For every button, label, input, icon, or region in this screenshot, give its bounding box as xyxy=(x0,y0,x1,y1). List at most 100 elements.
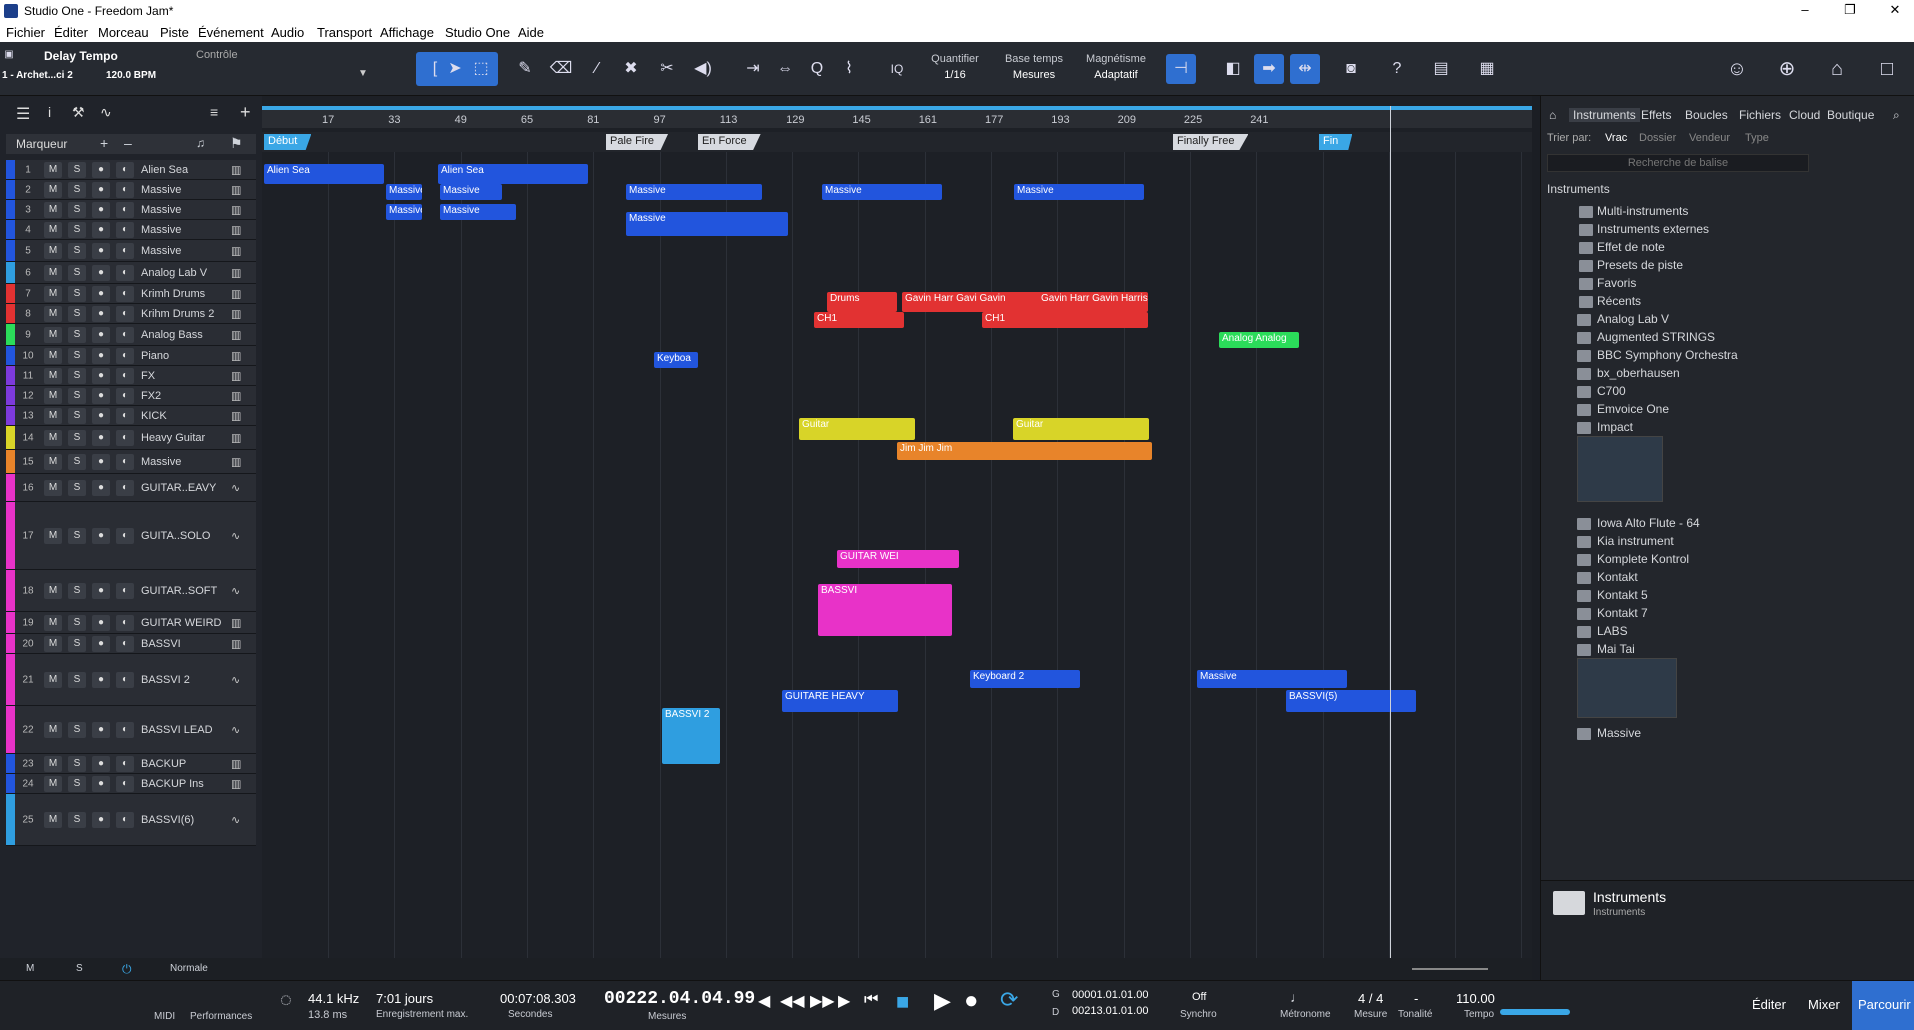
fullscreen-icon[interactable]: ◙ xyxy=(1336,54,1366,84)
tempo-value[interactable]: 110.00 xyxy=(1456,991,1495,1006)
clip[interactable]: BASSVI(5) xyxy=(1286,690,1416,712)
prev-marker-icon[interactable]: ◀ xyxy=(758,991,770,1011)
track-row[interactable]: 21 M S ● ◐ BASSVI 2 ∿ xyxy=(6,654,256,706)
browser-folder[interactable]: Récents xyxy=(1597,294,1641,308)
browser-folder[interactable]: Multi-instruments xyxy=(1597,204,1688,218)
browse-button[interactable]: Parcourir xyxy=(1858,997,1911,1012)
paint-tool-icon[interactable]: ∕ xyxy=(582,54,612,84)
track-row[interactable]: 10 M S ● ◐ Piano ▥ xyxy=(6,346,256,366)
return-zero-icon[interactable]: ⏮ xyxy=(864,991,878,1009)
clip[interactable]: Massive xyxy=(386,204,422,220)
solo-button[interactable]: S xyxy=(68,305,86,322)
track-name[interactable]: KICK xyxy=(141,410,167,422)
monitor-button[interactable]: ◐ xyxy=(116,407,134,424)
track-name[interactable]: BASSVI xyxy=(141,638,181,650)
monitor-button[interactable]: ◐ xyxy=(116,285,134,302)
browser-instrument[interactable]: Kontakt xyxy=(1597,570,1638,584)
control-dropdown-icon[interactable]: ▼ xyxy=(358,68,368,79)
tempo-warp-icon[interactable]: ⌇ xyxy=(834,54,864,84)
add-marker-icon[interactable]: + xyxy=(100,135,108,151)
solo-button[interactable]: S xyxy=(68,387,86,404)
mute-button[interactable]: M xyxy=(44,347,62,364)
monitor-button[interactable]: ◐ xyxy=(116,671,134,688)
track-row[interactable]: 4 M S ● ◐ Massive ▥ xyxy=(6,220,256,240)
clip[interactable]: Guitar xyxy=(1013,418,1149,440)
track-row[interactable]: 6 M S ● ◐ Analog Lab V ▥ xyxy=(6,262,256,284)
browser-instrument[interactable]: Komplete Kontrol xyxy=(1597,552,1689,566)
record-arm-button[interactable]: ● xyxy=(92,635,110,652)
solo-button[interactable]: S xyxy=(68,614,86,631)
menu-aide[interactable]: Aide xyxy=(518,25,544,40)
monitor-button[interactable]: ◐ xyxy=(116,161,134,178)
play-icon[interactable]: ▶ xyxy=(934,988,951,1014)
sort-type[interactable]: Type xyxy=(1745,132,1769,144)
record-arm-button[interactable]: ● xyxy=(92,527,110,544)
browser-instrument[interactable]: Kia instrument xyxy=(1597,534,1674,548)
mute-button[interactable]: M xyxy=(44,367,62,384)
list-icon[interactable]: ≡ xyxy=(210,104,218,120)
track-row[interactable]: 20 M S ● ◐ BASSVI ▥ xyxy=(6,634,256,654)
layout-grid-icon[interactable]: ▦ xyxy=(1472,54,1502,84)
clip[interactable]: Keyboard 2 xyxy=(970,670,1080,688)
clip[interactable]: CH1 xyxy=(982,312,1148,328)
track-row[interactable]: 18 M S ● ◐ GUITAR..SOFT ∿ xyxy=(6,570,256,612)
clip[interactable]: Drums xyxy=(827,292,897,312)
record-arm-button[interactable]: ● xyxy=(92,614,110,631)
browser-instrument[interactable]: Massive xyxy=(1597,726,1641,740)
track-row[interactable]: 12 M S ● ◐ FX2 ▥ xyxy=(6,386,256,406)
menu-evenement[interactable]: Événement xyxy=(198,25,264,40)
marker[interactable]: Pale Fire xyxy=(606,134,669,150)
browser-instrument[interactable]: Kontakt 5 xyxy=(1597,588,1648,602)
track-row[interactable]: 8 M S ● ◐ Krihm Drums 2 ▥ xyxy=(6,304,256,324)
record-arm-button[interactable]: ● xyxy=(92,201,110,218)
timebase-value[interactable]: Mesures xyxy=(996,69,1072,81)
track-row[interactable]: 16 M S ● ◐ GUITAR..EAVY ∿ xyxy=(6,474,256,502)
browser-folder[interactable]: Favoris xyxy=(1597,276,1636,290)
track-list-menu-icon[interactable]: ☰ xyxy=(16,104,30,124)
mute-button[interactable]: M xyxy=(44,527,62,544)
browser-folder[interactable]: Instruments externes xyxy=(1597,222,1709,236)
solo-button[interactable]: S xyxy=(68,326,86,343)
track-row[interactable]: 25 M S ● ◐ BASSVI(6) ∿ xyxy=(6,794,256,846)
marker[interactable]: Finally Free xyxy=(1173,134,1249,150)
solo-button[interactable]: S xyxy=(68,407,86,424)
track-row[interactable]: 7 M S ● ◐ Krimh Drums ▥ xyxy=(6,284,256,304)
add-track-icon[interactable]: + xyxy=(240,102,251,123)
monitor-button[interactable]: ◐ xyxy=(116,387,134,404)
menu-audio[interactable]: Audio xyxy=(271,25,304,40)
mute-button[interactable]: M xyxy=(44,387,62,404)
track-name[interactable]: Massive xyxy=(141,245,181,257)
marker[interactable]: Début xyxy=(264,134,312,150)
browser-instrument[interactable]: Analog Lab V xyxy=(1597,312,1669,326)
track-row[interactable]: 19 M S ● ◐ GUITAR WEIRD ▥ xyxy=(6,612,256,634)
solo-button[interactable]: S xyxy=(68,775,86,792)
clip[interactable]: Jim Jim Jim xyxy=(897,442,1152,460)
record-arm-button[interactable]: ● xyxy=(92,347,110,364)
bpm-display[interactable]: 120.0 BPM xyxy=(106,70,156,81)
mixer-button[interactable]: Mixer xyxy=(1808,997,1840,1012)
mute-button[interactable]: M xyxy=(44,811,62,828)
playhead[interactable] xyxy=(1390,106,1391,980)
mute-tool-icon[interactable]: ✖ xyxy=(616,54,646,84)
track-name[interactable]: Krimh Drums xyxy=(141,288,205,300)
mute-button[interactable]: M xyxy=(44,242,62,259)
solo-button[interactable]: S xyxy=(68,221,86,238)
track-name[interactable]: Alien Sea xyxy=(141,164,188,176)
mute-button[interactable]: M xyxy=(44,721,62,738)
video-icon[interactable]: ▤ xyxy=(1426,54,1456,84)
track-row[interactable]: 24 M S ● ◐ BACKUP Ins ▥ xyxy=(6,774,256,794)
record-arm-button[interactable]: ● xyxy=(92,811,110,828)
clip[interactable]: Massive xyxy=(1197,670,1347,688)
track-row[interactable]: 3 M S ● ◐ Massive ▥ xyxy=(6,200,256,220)
marker-flag-icon[interactable]: ⚑ xyxy=(230,135,243,152)
remove-marker-icon[interactable]: – xyxy=(124,135,132,151)
record-arm-button[interactable]: ● xyxy=(92,755,110,772)
upload-icon[interactable]: ⊕ xyxy=(1772,54,1802,84)
clip[interactable]: CH1 xyxy=(814,312,904,328)
track-row[interactable]: 11 M S ● ◐ FX ▥ xyxy=(6,366,256,386)
record-arm-button[interactable]: ● xyxy=(92,671,110,688)
record-arm-button[interactable]: ● xyxy=(92,721,110,738)
solo-button[interactable]: S xyxy=(68,264,86,281)
monitor-button[interactable]: ◐ xyxy=(116,479,134,496)
tag-search-input[interactable] xyxy=(1547,154,1809,172)
